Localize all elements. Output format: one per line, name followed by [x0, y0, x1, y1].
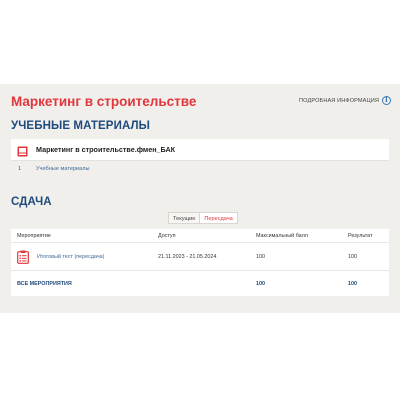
- tab-current[interactable]: Текущие: [168, 212, 201, 224]
- course-title: Маркетинг в строительстве: [11, 94, 197, 109]
- column-header-max-score: Максимальный балл: [256, 232, 308, 239]
- total-result: 100: [348, 280, 357, 287]
- column-header-event: Мероприятие: [17, 232, 51, 239]
- event-access: 21.11.2023 - 21.05.2024: [158, 253, 217, 260]
- total-label: ВСЕ МЕРОПРИЯТИЯ: [17, 280, 72, 287]
- material-row-number: 1: [18, 166, 22, 172]
- material-row: 1 Учебные материалы: [11, 161, 389, 177]
- event-result: 100: [348, 253, 357, 260]
- event-max-score: 100: [256, 253, 265, 260]
- clipboard-icon: [17, 250, 29, 264]
- column-header-access: Доступ: [158, 232, 176, 239]
- exam-table: Мероприятие Доступ Максимальный балл Рез…: [11, 229, 389, 296]
- material-row-link[interactable]: Учебные материалы: [36, 166, 90, 172]
- info-icon: i: [382, 96, 391, 105]
- tab-retake[interactable]: Пересдача: [200, 212, 238, 224]
- column-header-result: Результат: [348, 232, 373, 239]
- book-icon: [17, 144, 28, 157]
- details-link[interactable]: ПОДРОБНАЯ ИНФОРМАЦИЯ i: [299, 96, 391, 105]
- table-header-row: Мероприятие Доступ Максимальный балл Рез…: [11, 229, 389, 243]
- event-link[interactable]: Итоговый тест (пересдача): [37, 254, 104, 260]
- exam-heading: СДАЧА: [11, 196, 52, 208]
- table-row: Итоговый тест (пересдача) 21.11.2023 - 2…: [11, 243, 389, 271]
- table-total-row: ВСЕ МЕРОПРИЯТИЯ 100 100: [11, 271, 389, 296]
- total-max-score: 100: [256, 280, 265, 287]
- details-label: ПОДРОБНАЯ ИНФОРМАЦИЯ: [299, 97, 379, 104]
- material-name: Маркетинг в строительстве.фмен_БАК: [36, 145, 176, 154]
- material-card[interactable]: Маркетинг в строительстве.фмен_БАК: [11, 139, 389, 161]
- materials-heading: УЧЕБНЫЕ МАТЕРИАЛЫ: [11, 120, 151, 132]
- exam-tabs: Текущие Пересдача: [168, 212, 238, 224]
